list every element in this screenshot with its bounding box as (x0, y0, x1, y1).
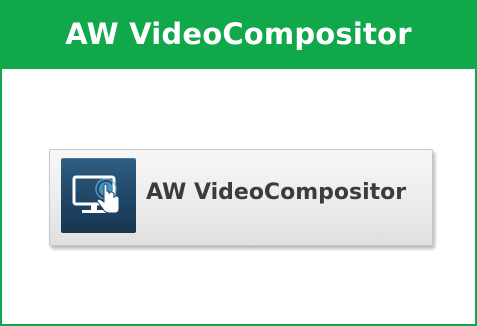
app-tile-frame: AW VideoCompositor AW VideoCompositor (0, 0, 477, 326)
app-button-label: AW VideoCompositor (146, 180, 407, 205)
launch-videocompositor-button[interactable]: AW VideoCompositor (49, 149, 433, 246)
header-title: AW VideoCompositor (65, 16, 412, 51)
monitor-touch-icon (61, 158, 136, 233)
header-bar: AW VideoCompositor (2, 2, 475, 69)
monitor-touch-glyph (72, 175, 120, 214)
